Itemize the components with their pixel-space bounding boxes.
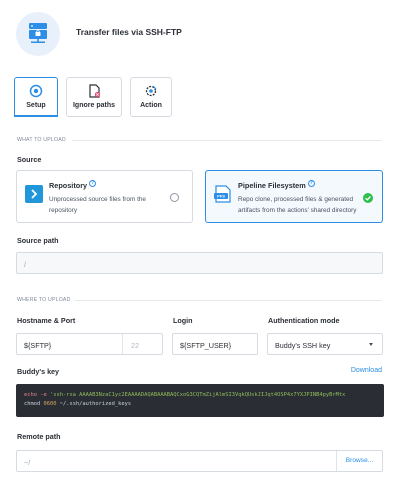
checkmark-icon	[365, 196, 371, 201]
download-key-link[interactable]: Download	[351, 367, 382, 374]
buddys-key-label: Buddy's key	[17, 367, 60, 376]
code-line-2: chmod 0600 ~/.ssh/authorized_keys	[24, 401, 132, 407]
login-value: ${SFTP_USER}	[180, 341, 232, 350]
setup-gear-icon	[29, 84, 43, 98]
pipeline-filesystem-description: Repo clone, processed files & generated …	[238, 196, 357, 214]
hostname-input[interactable]: ${SFTP} 22	[16, 333, 163, 355]
sftp-server-icon	[29, 23, 47, 43]
section-what-to-upload: WHAT TO UPLOAD	[17, 137, 66, 143]
source-path-input[interactable]: /	[16, 252, 383, 274]
action-header: Transfer files via SSH-FTP	[16, 12, 216, 56]
help-icon[interactable]: ?	[307, 180, 315, 187]
section-divider	[75, 300, 382, 301]
source-option-pipeline-filesystem[interactable]: PFS Pipeline Filesystem? Repo clone, pro…	[205, 170, 383, 223]
pipeline-filesystem-title: Pipeline Filesystem?	[238, 180, 315, 190]
auth-mode-value: Buddy's SSH key	[275, 341, 331, 350]
page-title: Transfer files via SSH-FTP	[76, 27, 182, 37]
repository-description: Unprocessed source files from the reposi…	[49, 196, 146, 214]
pipeline-filesystem-icon: PFS	[214, 185, 231, 203]
action-gear-icon	[145, 85, 157, 97]
tab-action-label: Action	[140, 102, 162, 109]
tab-ignore-paths-label: Ignore paths	[72, 102, 115, 109]
help-icon[interactable]: ?	[89, 180, 97, 187]
source-path-value: /	[24, 260, 26, 269]
tab-setup-label: Setup	[26, 102, 46, 109]
source-option-repository[interactable]: Repository? Unprocessed source files fro…	[16, 170, 193, 223]
remote-path-input[interactable]: ~/ Browse...	[16, 450, 383, 472]
tab-setup[interactable]: Setup	[14, 77, 58, 117]
hostname-label: Hostname & Port	[17, 316, 76, 325]
code-line-1: echo -e 'ssh-rsa AAAAB3NzaC1yc2EAAAADAQA…	[24, 392, 346, 398]
port-placeholder: 22	[131, 341, 139, 350]
auth-mode-label: Authentication mode	[268, 316, 340, 325]
source-path-label: Source path	[17, 236, 59, 245]
repository-radio[interactable]	[170, 193, 179, 202]
tab-action[interactable]: Action	[130, 77, 172, 117]
browse-button[interactable]: Browse...	[336, 451, 382, 471]
login-label: Login	[173, 316, 193, 325]
source-label: Source	[17, 155, 42, 164]
section-divider	[72, 140, 382, 141]
auth-mode-select[interactable]: Buddy's SSH key	[267, 333, 383, 355]
repository-icon	[25, 185, 43, 203]
svg-text:PFS: PFS	[217, 194, 225, 199]
ssh-key-code-block[interactable]: echo -e 'ssh-rsa AAAAB3NzaC1yc2EAAAADAQA…	[16, 384, 384, 417]
hostname-value: ${SFTP}	[24, 341, 52, 350]
remote-path-label: Remote path	[17, 432, 61, 441]
remote-path-value: ~/	[24, 458, 31, 467]
port-input[interactable]: 22	[122, 334, 162, 354]
login-input[interactable]: ${SFTP_USER}	[172, 333, 258, 355]
tab-ignore-paths[interactable]: Ignore paths	[66, 77, 122, 117]
header-icon-badge	[16, 12, 60, 56]
repository-title: Repository?	[49, 180, 97, 190]
ignore-file-icon	[89, 84, 101, 98]
chevron-down-icon	[369, 343, 373, 346]
pipeline-filesystem-radio[interactable]	[363, 193, 373, 203]
section-where-to-upload: WHERE TO UPLOAD	[17, 297, 71, 303]
